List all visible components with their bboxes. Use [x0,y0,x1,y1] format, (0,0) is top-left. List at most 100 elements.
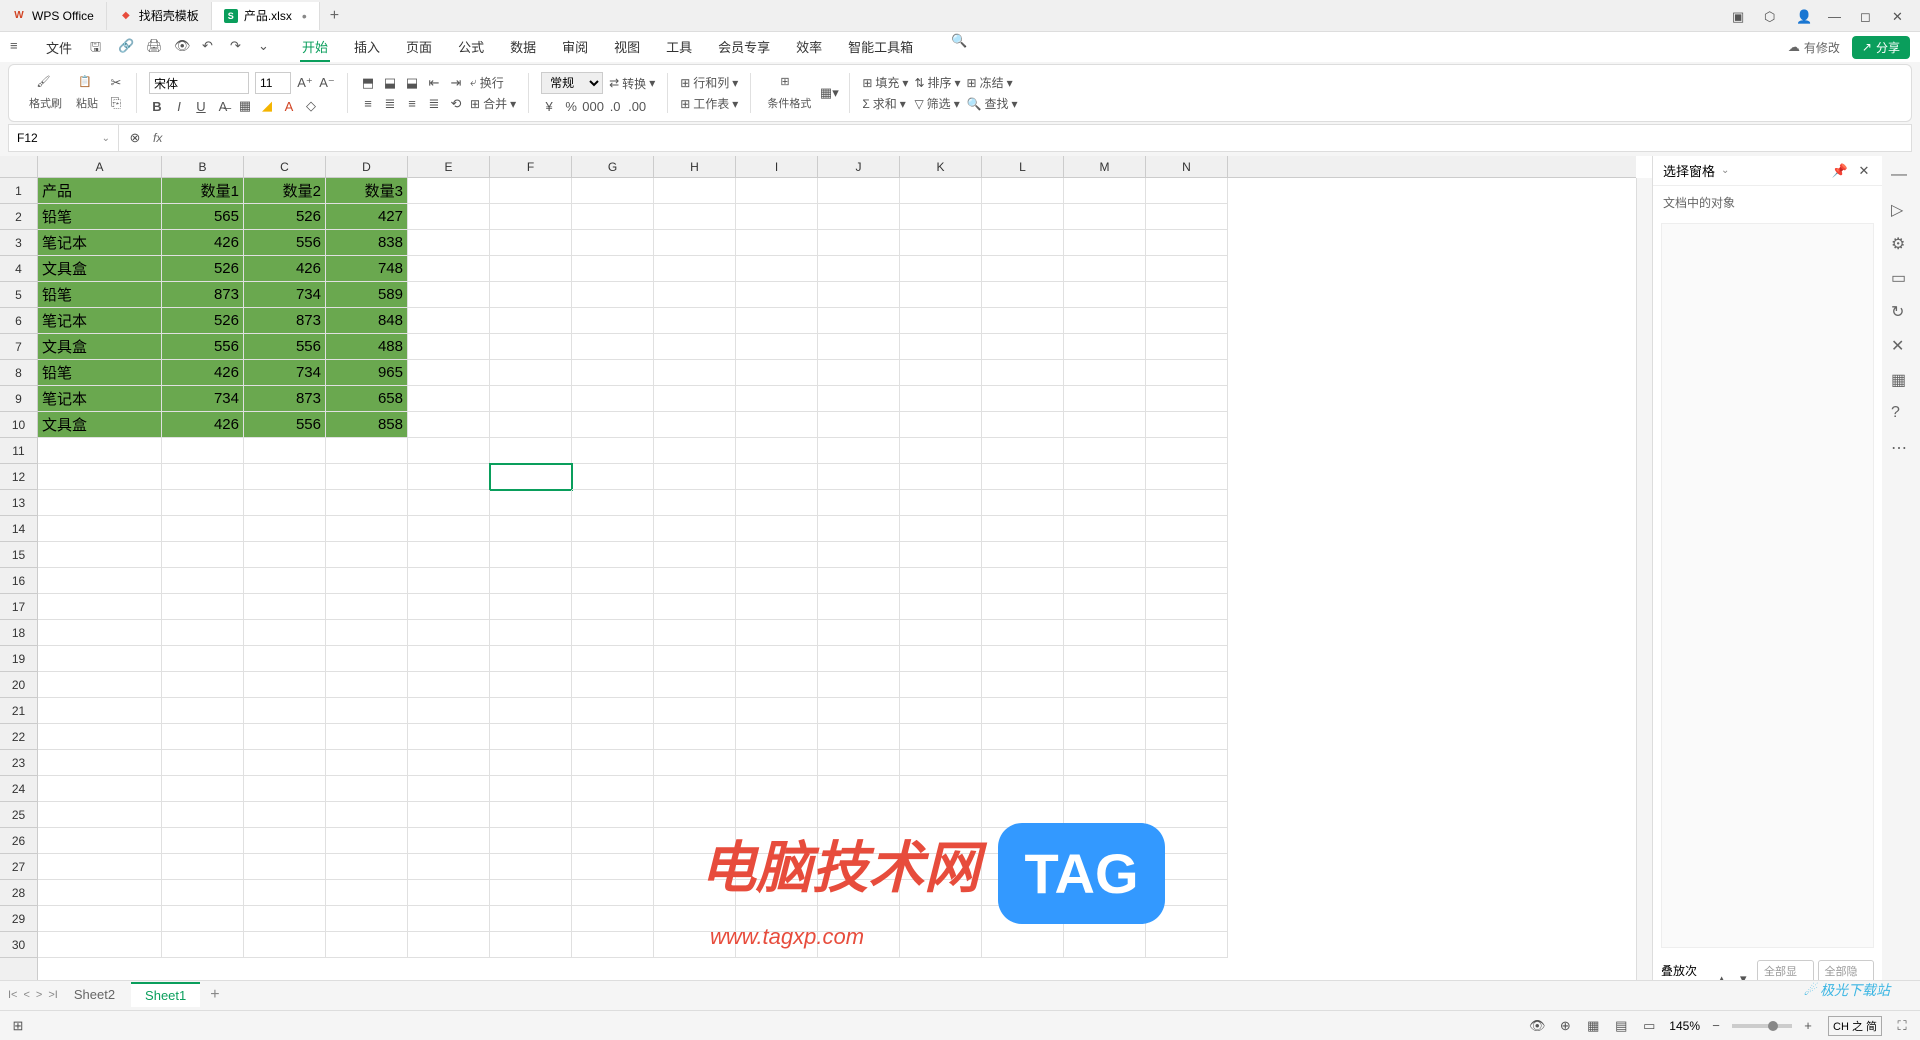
cell[interactable] [572,750,654,776]
cell[interactable] [408,542,490,568]
cell[interactable] [818,776,900,802]
cell[interactable] [408,698,490,724]
cell[interactable] [982,360,1064,386]
cell[interactable] [38,932,162,958]
row-header[interactable]: 1 [0,178,37,204]
cell[interactable] [900,646,982,672]
cell[interactable]: 734 [244,282,326,308]
cell[interactable] [572,724,654,750]
cell[interactable] [408,490,490,516]
cell[interactable] [572,828,654,854]
cell[interactable] [736,932,818,958]
cell[interactable] [736,516,818,542]
tab-template[interactable]: ◆ 找稻壳模板 [107,2,212,30]
cell[interactable] [736,880,818,906]
cell[interactable]: 笔记本 [38,230,162,256]
cell[interactable] [1146,828,1228,854]
cell[interactable] [1064,932,1146,958]
col-header[interactable]: M [1064,156,1146,177]
cell[interactable] [572,932,654,958]
cell[interactable] [982,698,1064,724]
cell[interactable] [818,334,900,360]
find-button[interactable]: 🔍查找▾ [967,95,1018,112]
align-left-icon[interactable]: ≡ [360,96,376,112]
cell[interactable] [490,620,572,646]
maximize-icon[interactable]: ◻ [1860,9,1874,23]
cell[interactable] [818,880,900,906]
cell[interactable] [900,828,982,854]
cell[interactable] [818,178,900,204]
cell[interactable] [654,178,736,204]
sort-button[interactable]: ⇅排序▾ [914,74,960,91]
cell[interactable] [1064,620,1146,646]
cell[interactable] [654,698,736,724]
cell[interactable] [736,906,818,932]
cell[interactable] [818,698,900,724]
cell[interactable] [326,724,408,750]
cell[interactable] [38,750,162,776]
tab-document[interactable]: S 产品.xlsx • [212,2,320,30]
cell[interactable] [1064,646,1146,672]
cell[interactable] [1146,594,1228,620]
cell[interactable] [490,282,572,308]
cell[interactable] [572,854,654,880]
cell[interactable] [244,828,326,854]
cell[interactable] [1146,932,1228,958]
cell[interactable]: 858 [326,412,408,438]
cell[interactable] [572,386,654,412]
cell[interactable] [490,698,572,724]
cell[interactable] [408,360,490,386]
cell[interactable] [654,906,736,932]
decrease-decimal-icon[interactable]: .0 [607,98,623,114]
number-format-select[interactable]: 常规 [541,72,603,94]
cell[interactable] [982,282,1064,308]
cell[interactable] [408,672,490,698]
cell[interactable]: 铅笔 [38,360,162,386]
cell[interactable] [982,880,1064,906]
cell[interactable] [982,932,1064,958]
cell[interactable]: 556 [244,334,326,360]
cell[interactable]: 426 [244,256,326,282]
cell[interactable] [1064,828,1146,854]
cell[interactable] [818,750,900,776]
cell[interactable] [818,282,900,308]
cell[interactable] [1146,724,1228,750]
copy-icon[interactable]: ⎘ [108,95,124,111]
cell[interactable] [736,438,818,464]
cell[interactable] [572,568,654,594]
cell[interactable] [900,620,982,646]
cell[interactable] [1146,438,1228,464]
orientation-icon[interactable]: ⟲ [448,96,464,112]
cell[interactable] [1064,256,1146,282]
italic-icon[interactable]: I [171,98,187,114]
cell[interactable] [244,672,326,698]
cell[interactable] [900,256,982,282]
cell[interactable] [244,490,326,516]
cell[interactable] [736,464,818,490]
row-header[interactable]: 10 [0,412,37,438]
cell[interactable] [408,620,490,646]
align-bottom-icon[interactable]: ⬓ [404,75,420,91]
cell[interactable] [736,256,818,282]
cell[interactable] [736,386,818,412]
cell[interactable] [1064,360,1146,386]
cell[interactable] [654,282,736,308]
cell[interactable] [654,256,736,282]
cell[interactable] [244,906,326,932]
cell[interactable] [326,542,408,568]
increase-font-icon[interactable]: A⁺ [297,75,313,91]
cell[interactable] [900,932,982,958]
cell[interactable] [900,776,982,802]
currency-icon[interactable]: ¥ [541,98,557,114]
cell[interactable] [818,828,900,854]
cell[interactable] [162,828,244,854]
cell[interactable] [654,854,736,880]
cell[interactable] [408,568,490,594]
row-header[interactable]: 5 [0,282,37,308]
cell[interactable] [818,438,900,464]
cell[interactable] [490,568,572,594]
tab-wps-office[interactable]: W WPS Office [0,2,107,30]
cell[interactable] [1064,230,1146,256]
cell[interactable]: 565 [162,204,244,230]
cell[interactable] [244,698,326,724]
